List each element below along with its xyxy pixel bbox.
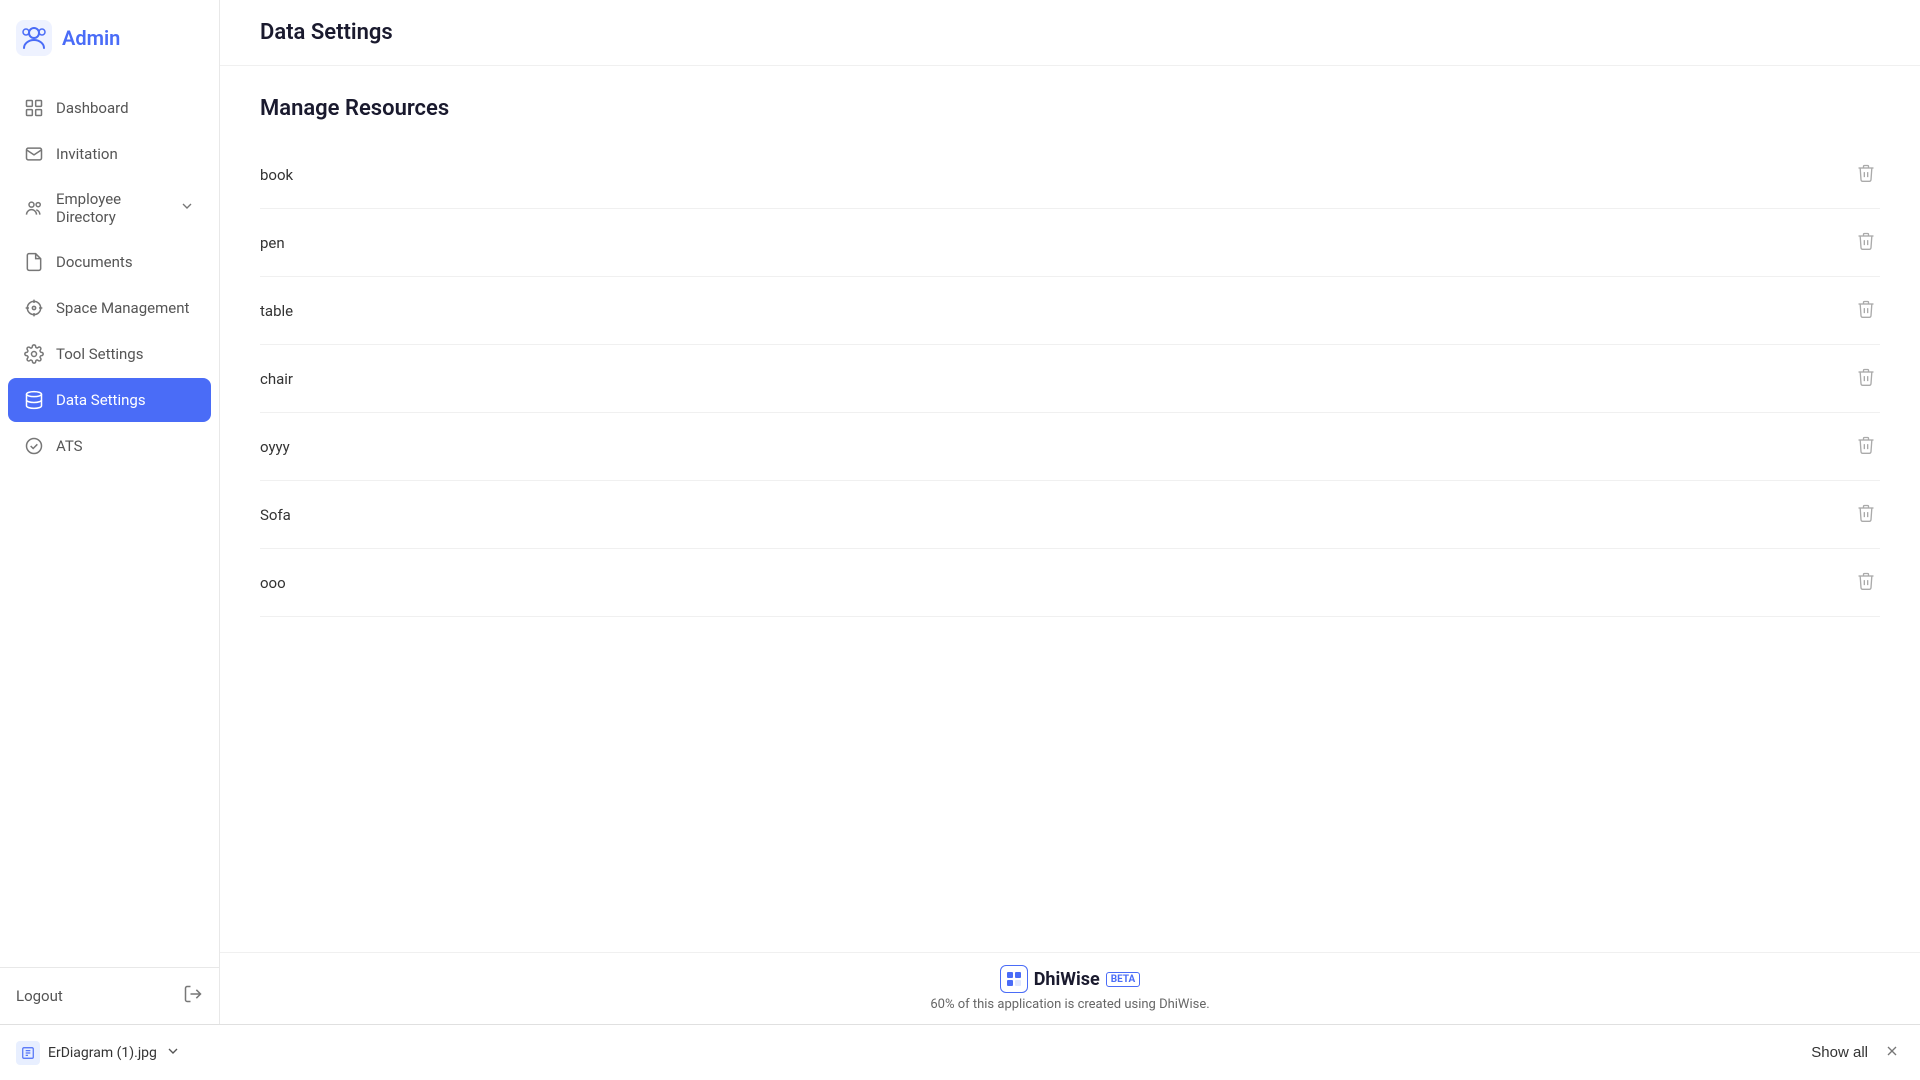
- tool-settings-icon: [24, 344, 44, 364]
- main-header: Data Settings: [220, 0, 1920, 66]
- resource-item: book: [260, 141, 1880, 209]
- resource-item: oyyy: [260, 413, 1880, 481]
- resource-name: Sofa: [260, 506, 291, 524]
- resource-item: ooo: [260, 549, 1880, 617]
- delete-resource-button[interactable]: [1852, 499, 1880, 530]
- employee-directory-icon: [24, 198, 44, 218]
- resource-item: chair: [260, 345, 1880, 413]
- bottom-bar: ErDiagram (1).jpg Show all: [0, 1024, 1920, 1080]
- sidebar-item-label: Tool Settings: [56, 345, 195, 363]
- sidebar-item-tool-settings[interactable]: Tool Settings: [8, 332, 211, 376]
- sidebar-item-ats[interactable]: ATS: [8, 424, 211, 468]
- sidebar-item-dashboard[interactable]: Dashboard: [8, 86, 211, 130]
- sidebar-item-invitation[interactable]: Invitation: [8, 132, 211, 176]
- resource-name: book: [260, 166, 293, 184]
- sidebar-item-label: Employee Directory: [56, 190, 167, 226]
- file-icon: [16, 1041, 40, 1065]
- resource-name: oyyy: [260, 438, 290, 456]
- sidebar-item-label: Documents: [56, 253, 195, 271]
- sidebar-brand-title: Admin: [62, 26, 120, 50]
- dhiwise-branding: DhiWise BETA: [232, 965, 1908, 993]
- dhiwise-logo: DhiWise BETA: [1000, 965, 1141, 993]
- admin-logo-icon: [16, 20, 52, 56]
- resource-item: table: [260, 277, 1880, 345]
- delete-resource-button[interactable]: [1852, 295, 1880, 326]
- delete-resource-button[interactable]: [1852, 159, 1880, 190]
- sidebar-footer: Logout: [0, 967, 219, 1024]
- resource-name: table: [260, 302, 293, 320]
- employee-directory-chevron-icon: [179, 198, 195, 218]
- delete-resource-button[interactable]: [1852, 363, 1880, 394]
- resource-name: ooo: [260, 574, 286, 592]
- bottom-chevron-icon[interactable]: [165, 1043, 181, 1063]
- dashboard-icon: [24, 98, 44, 118]
- resource-list: book pen table: [260, 141, 1880, 617]
- data-settings-icon: [24, 390, 44, 410]
- invitation-icon: [24, 144, 44, 164]
- delete-resource-button[interactable]: [1852, 431, 1880, 462]
- sidebar-item-label: Space Management: [56, 299, 195, 317]
- resource-item: Sofa: [260, 481, 1880, 549]
- resource-name: pen: [260, 234, 285, 252]
- logout-label: Logout: [16, 987, 63, 1005]
- beta-badge: BETA: [1106, 972, 1141, 987]
- sidebar-item-documents[interactable]: Documents: [8, 240, 211, 284]
- show-all-button[interactable]: Show all: [1811, 1044, 1868, 1061]
- sidebar-item-label: Invitation: [56, 145, 195, 163]
- resource-name: chair: [260, 370, 293, 388]
- close-bottom-bar-button[interactable]: [1880, 1039, 1904, 1066]
- sidebar-item-label: Dashboard: [56, 99, 195, 117]
- sidebar: Admin Dashboard Invitation: [0, 0, 220, 1024]
- delete-resource-button[interactable]: [1852, 227, 1880, 258]
- section-title: Manage Resources: [260, 96, 1880, 121]
- content-area: Manage Resources book pen: [220, 66, 1920, 952]
- resource-item: pen: [260, 209, 1880, 277]
- delete-resource-button[interactable]: [1852, 567, 1880, 598]
- sidebar-item-label: Data Settings: [56, 391, 195, 409]
- logout-icon[interactable]: [183, 984, 203, 1008]
- dhiwise-logo-box: [1000, 965, 1028, 993]
- sidebar-nav: Dashboard Invitation Employee Directory: [0, 76, 219, 967]
- space-management-icon: [24, 298, 44, 318]
- sidebar-item-label: ATS: [56, 437, 195, 455]
- main-content: Data Settings Manage Resources book pen: [220, 0, 1920, 1024]
- dhiwise-brand-name: DhiWise: [1034, 969, 1100, 990]
- documents-icon: [24, 252, 44, 272]
- file-name: ErDiagram (1).jpg: [48, 1045, 157, 1061]
- dhiwise-footer: DhiWise BETA 60% of this application is …: [220, 952, 1920, 1024]
- bottom-bar-file: ErDiagram (1).jpg: [16, 1041, 1799, 1065]
- ats-icon: [24, 436, 44, 456]
- sidebar-header: Admin: [0, 0, 219, 76]
- sidebar-item-data-settings[interactable]: Data Settings: [8, 378, 211, 422]
- sidebar-item-space-management[interactable]: Space Management: [8, 286, 211, 330]
- dhiwise-subtitle: 60% of this application is created using…: [232, 997, 1908, 1012]
- page-title: Data Settings: [260, 20, 1880, 45]
- sidebar-item-employee-directory[interactable]: Employee Directory: [8, 178, 211, 238]
